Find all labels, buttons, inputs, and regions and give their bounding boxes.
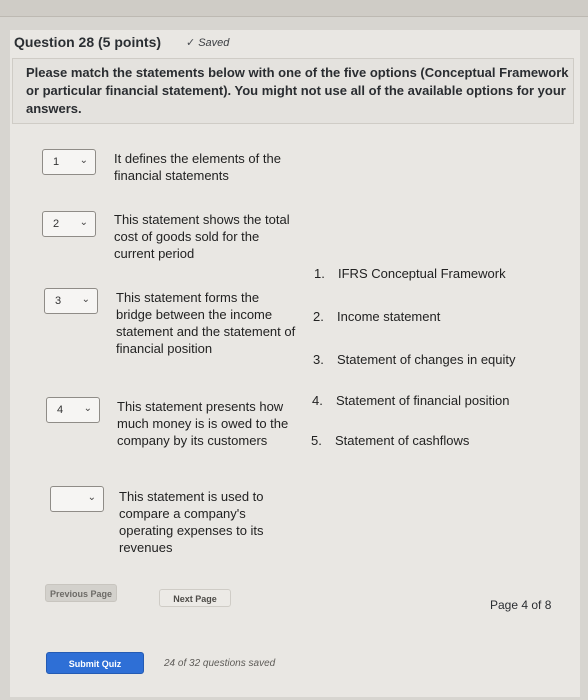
match-select-value: 1 (53, 156, 60, 168)
option-number: 1. (314, 266, 325, 281)
match-statement-3: This statement forms the bridge between … (116, 290, 296, 356)
match-select-1[interactable]: 1 ⌄ (42, 149, 96, 175)
instructions-text: Please match the statements below with o… (26, 65, 569, 116)
question-title: Question 28 (5 points) (14, 34, 162, 50)
match-select-value: 2 (53, 218, 60, 230)
option-number: 4. (312, 393, 323, 408)
match-select-3[interactable]: 3 ⌄ (44, 288, 98, 314)
option-5: 5. Statement of cashflows (311, 433, 469, 448)
match-select-4[interactable]: 4 ⌄ (46, 397, 100, 423)
option-number: 3. (313, 352, 324, 367)
saved-status: ✓ Saved (186, 36, 229, 49)
page-indicator: Page 4 of 8 (490, 598, 552, 612)
option-3: 3. Statement of changes in equity (313, 352, 516, 367)
match-select-2[interactable]: 2 ⌄ (42, 211, 96, 237)
option-label: Statement of cashflows (335, 433, 470, 448)
saved-label: Saved (198, 37, 230, 49)
option-label: Statement of changes in equity (337, 352, 516, 367)
match-select-value: 4 (57, 404, 64, 416)
next-page-button[interactable]: Next Page (159, 589, 231, 607)
checkmark-icon: ✓ (186, 37, 196, 49)
match-statement-2: This statement shows the total cost of g… (114, 212, 290, 261)
chevron-down-icon: ⌄ (81, 294, 90, 305)
option-2: 2. Income statement (313, 309, 440, 324)
option-label: Income statement (337, 309, 441, 324)
option-label: Statement of financial position (336, 393, 510, 408)
option-label: IFRS Conceptual Framework (338, 266, 506, 281)
submit-quiz-button[interactable]: Submit Quiz (46, 652, 144, 674)
match-select-5[interactable]: ⌄ (50, 486, 104, 512)
option-number: 5. (311, 433, 322, 448)
option-number: 2. (313, 309, 324, 324)
questions-saved-status: 24 of 32 questions saved (164, 658, 276, 669)
chevron-down-icon: ⌄ (79, 155, 88, 166)
match-select-value: 3 (55, 295, 62, 307)
match-statement-4: This statement presents how much money i… (117, 399, 289, 448)
option-1: 1. IFRS Conceptual Framework (314, 266, 506, 281)
match-statement-1: It defines the elements of the financial… (114, 151, 281, 183)
chevron-down-icon: ⌄ (83, 403, 92, 414)
option-4: 4. Statement of financial position (312, 393, 509, 408)
previous-page-button[interactable]: Previous Page (45, 584, 117, 602)
chevron-down-icon: ⌄ (79, 217, 88, 228)
top-strip (0, 0, 588, 17)
match-statement-5: This statement is used to compare a comp… (119, 489, 264, 555)
chevron-down-icon: ⌄ (87, 492, 96, 503)
